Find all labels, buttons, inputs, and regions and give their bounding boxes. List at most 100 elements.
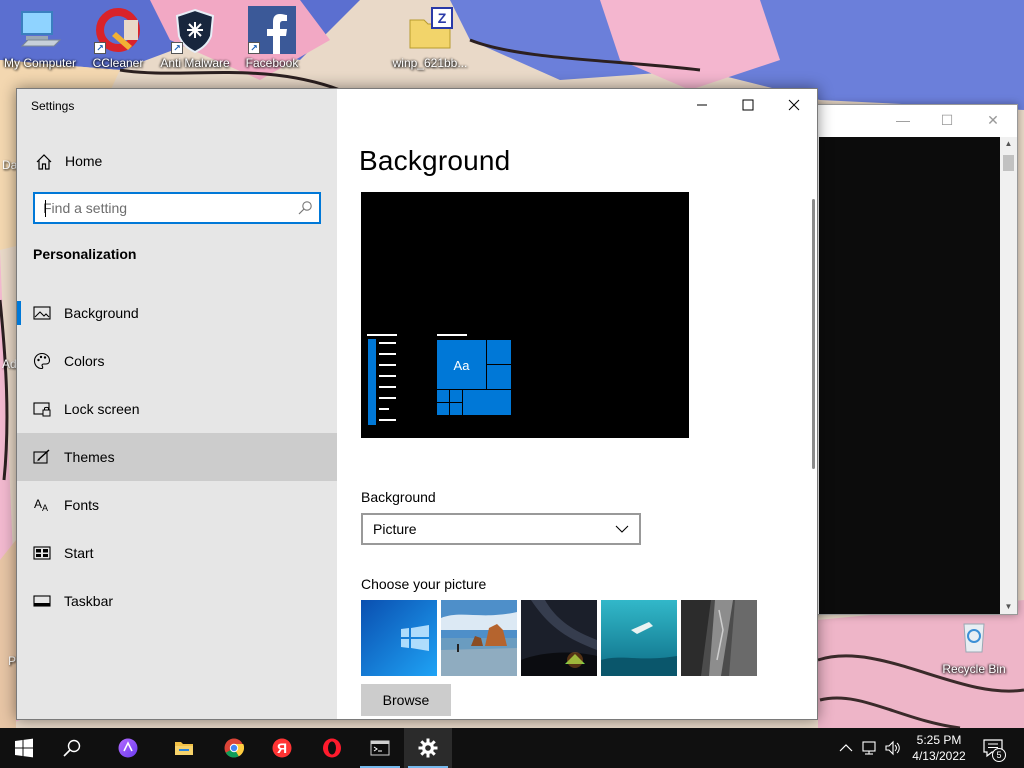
nav-item-themes[interactable]: Themes [17, 433, 337, 481]
shortcut-arrow-icon: ↗ [171, 42, 183, 54]
shortcut-arrow-icon: ↗ [248, 42, 260, 54]
nav-item-label: Start [64, 545, 94, 561]
taskbar-settings[interactable] [404, 728, 452, 768]
taskbar-alice[interactable] [104, 728, 152, 768]
taskbar-yandex-browser[interactable]: Я [258, 728, 306, 768]
desktop-icon-label: Anti Malware [160, 56, 230, 70]
search-box[interactable] [33, 192, 321, 224]
nav-item-background[interactable]: Background [17, 289, 337, 337]
desktop-icon-facebook[interactable]: ↗ Facebook [232, 6, 312, 70]
main-scrollbar[interactable] [812, 199, 815, 469]
taskbar: Я 5:25 PM 4/13/2022 5 [0, 728, 1024, 768]
picture-thumbnail-night-sky-tent[interactable] [521, 600, 597, 676]
dropdown-value: Picture [373, 521, 417, 537]
svg-text:A: A [34, 497, 42, 511]
settings-main-pane: Background Aa Background Picture Choose … [337, 89, 817, 719]
nav-item-taskbar[interactable]: Taskbar [17, 577, 337, 625]
nav-item-fonts[interactable]: A A Fonts [17, 481, 337, 529]
ccleaner-icon: ↗ [94, 6, 142, 54]
background-preview: Aa [361, 192, 689, 438]
nav-item-colors[interactable]: Colors [17, 337, 337, 385]
home-icon [36, 154, 52, 170]
lock-screen-icon [33, 402, 51, 417]
close-button[interactable]: ✕ [983, 111, 1003, 129]
text-cursor [45, 200, 46, 217]
nav-item-label: Background [64, 305, 139, 321]
taskbar-file-explorer[interactable] [160, 728, 208, 768]
browse-button[interactable]: Browse [361, 684, 451, 716]
minimize-button[interactable]: — [893, 111, 913, 129]
scroll-thumb[interactable] [1003, 155, 1014, 171]
start-button[interactable] [0, 728, 48, 768]
facebook-icon: ↗ [248, 6, 296, 54]
cmd-icon [370, 740, 390, 756]
close-button[interactable] [771, 94, 817, 116]
taskbar-clock[interactable]: 5:25 PM 4/13/2022 [900, 732, 978, 764]
settings-nav: Settings Home Personalization Background [17, 89, 337, 719]
svg-text:Z: Z [438, 10, 447, 26]
start-tiles-icon [33, 546, 51, 560]
desktop-icon-label-fragment: P [8, 654, 17, 668]
desktop-icon-label: CCleaner [92, 56, 144, 70]
action-center-button[interactable]: 5 [982, 736, 1010, 762]
nav-item-label: Themes [64, 449, 115, 465]
opera-icon [323, 738, 341, 758]
shortcut-arrow-icon: ↗ [94, 42, 106, 54]
window-title: Settings [31, 99, 75, 113]
console-output[interactable] [819, 137, 1001, 614]
desktop-icon-winp-archive[interactable]: Z winp_621bb... [390, 6, 470, 70]
brush-icon [33, 449, 50, 464]
home-label: Home [65, 153, 103, 169]
network-icon[interactable] [862, 740, 880, 756]
home-link[interactable]: Home [17, 139, 337, 183]
taskbar-opera[interactable] [308, 728, 356, 768]
desktop-icon-ccleaner[interactable]: ↗ CCleaner [78, 6, 158, 70]
taskbar-command-prompt[interactable] [356, 728, 404, 768]
maximize-button[interactable]: ☐ [937, 111, 957, 129]
recycle-bin-icon [950, 612, 998, 660]
minimize-button[interactable] [679, 94, 725, 116]
clock-date: 4/13/2022 [912, 749, 966, 763]
console-scrollbar[interactable]: ▲ ▼ [1000, 137, 1017, 614]
picture-thumbnail-underwater-swimmer[interactable] [601, 600, 677, 676]
clock-time: 5:25 PM [916, 733, 962, 747]
console-titlebar[interactable]: — ☐ ✕ [801, 105, 1017, 136]
console-window[interactable]: — ☐ ✕ ▲ ▼ [800, 104, 1018, 615]
background-type-dropdown[interactable]: Picture [361, 513, 641, 545]
scroll-down-arrow-icon[interactable]: ▼ [1000, 600, 1017, 614]
search-icon[interactable] [297, 200, 313, 216]
picture-thumbnail-rock-cliff[interactable] [681, 600, 757, 676]
scroll-up-arrow-icon[interactable]: ▲ [1000, 137, 1017, 151]
nav-item-label: Fonts [64, 497, 100, 513]
taskbar-chrome[interactable] [210, 728, 258, 768]
fonts-icon: A A [34, 497, 48, 513]
palette-icon [33, 352, 51, 370]
nav-item-lock-screen[interactable]: Lock screen [17, 385, 337, 433]
show-hidden-icons-chevron-icon[interactable] [838, 740, 854, 756]
section-heading: Personalization [33, 246, 137, 262]
settings-window[interactable]: Settings Home Personalization Background [16, 88, 818, 720]
desktop-icon-anti-malware[interactable]: ↗ Anti Malware [155, 6, 235, 70]
svg-text:A: A [42, 503, 48, 513]
taskbar-icon [33, 595, 51, 607]
desktop-icon-label: Facebook [245, 56, 299, 70]
desktop-icon-label: My Computer [3, 56, 77, 70]
desktop-icon-label: Recycle Bin [942, 662, 1006, 676]
choose-picture-label: Choose your picture [361, 576, 487, 592]
notification-count-badge: 5 [992, 748, 1006, 762]
desktop-icon-my-computer[interactable]: My Computer [0, 6, 80, 70]
picture-thumbnail-beach-rocks[interactable] [441, 600, 517, 676]
desktop-icon-recycle-bin[interactable]: Recycle Bin [934, 612, 1014, 676]
shield-icon: ↗ [171, 6, 219, 54]
desktop-icon-label: winp_621bb... [392, 56, 468, 70]
maximize-button[interactable] [725, 94, 771, 116]
search-input[interactable] [43, 199, 283, 217]
nav-item-label: Lock screen [64, 401, 140, 417]
nav-item-start[interactable]: Start [17, 529, 337, 577]
folder-icon [175, 742, 193, 755]
preview-start-strip [367, 338, 377, 426]
gear-icon [418, 738, 438, 758]
taskbar-search-button[interactable] [48, 728, 96, 768]
picture-thumbnail-windows-blue[interactable] [361, 600, 437, 676]
nav-item-label: Colors [64, 353, 105, 369]
